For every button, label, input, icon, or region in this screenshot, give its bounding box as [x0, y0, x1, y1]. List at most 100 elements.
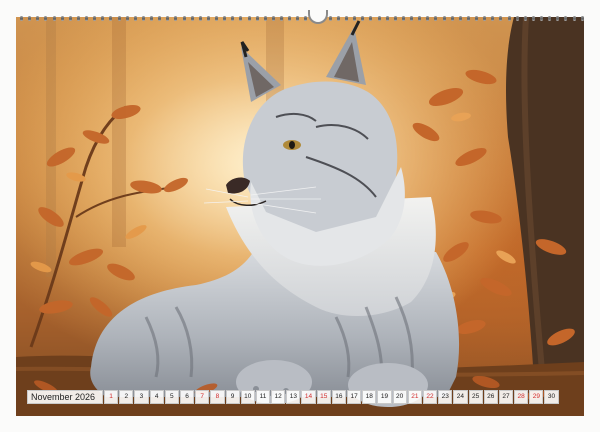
month-label: November 2026	[27, 390, 103, 404]
day-cell: 1	[104, 390, 119, 404]
binding-ring	[20, 15, 23, 21]
binding-ring	[450, 15, 454, 21]
binding-ring	[361, 15, 365, 21]
binding-ring	[580, 15, 584, 21]
binding-ring	[68, 15, 72, 21]
binding-ring	[141, 15, 145, 21]
binding-ring	[36, 15, 40, 21]
day-cell: 23	[438, 390, 453, 404]
day-cell: 25	[468, 390, 483, 404]
binding-ring	[393, 15, 397, 21]
binding-ring	[44, 15, 48, 21]
day-cell: 5	[164, 390, 179, 404]
binding-ring	[182, 15, 186, 21]
binding-ring	[564, 15, 568, 21]
binding-ring	[85, 15, 88, 21]
binding-ring	[93, 15, 97, 21]
binding-ring	[531, 15, 535, 21]
binding-ring	[442, 15, 446, 21]
calendar-strip: November 2026 1 2 3 4 5 6 7 8 9 10 11 12 13 14 15 16 17 1…	[27, 390, 573, 404]
binding-ring	[133, 15, 137, 21]
binding-ring	[52, 15, 56, 21]
day-cell: 4	[149, 390, 164, 404]
day-cell: 18	[362, 390, 377, 404]
binding-ring	[223, 15, 227, 21]
binding-ring	[109, 15, 113, 21]
day-cell: 17	[347, 390, 362, 404]
binding-ring	[377, 15, 381, 21]
binding-ring	[426, 15, 430, 21]
binding-ring	[247, 15, 251, 21]
day-cell: 19	[377, 390, 392, 404]
binding-ring	[523, 15, 527, 21]
binding-ring	[475, 15, 478, 21]
binding-ring	[158, 15, 162, 21]
binding-ring	[336, 15, 340, 21]
binding-ring	[345, 15, 348, 21]
day-cell: 28	[514, 390, 529, 404]
binding-ring	[239, 15, 243, 21]
binding-ring	[418, 15, 422, 21]
binding-ring	[206, 15, 210, 21]
binding-ring	[296, 15, 300, 21]
binding-ring	[515, 15, 519, 21]
day-cell: 20	[392, 390, 407, 404]
day-cell: 21	[407, 390, 422, 404]
binding-ring	[150, 15, 153, 21]
spiral-binding	[20, 10, 584, 24]
binding-ring	[556, 15, 560, 21]
binding-ring	[215, 15, 218, 21]
binding-ring	[28, 15, 32, 21]
binding-ring	[507, 15, 511, 21]
binding-ring	[572, 15, 576, 21]
binding-ring	[328, 15, 332, 21]
binding-ring	[304, 15, 308, 21]
day-cells: 1 2 3 4 5 6 7 8 9 10 11 12 13 14 15 16 17 18 19 20 21 22 23 24 2…	[104, 390, 559, 404]
binding-ring	[499, 15, 503, 21]
day-cell: 12	[271, 390, 286, 404]
day-cell: 24	[453, 390, 468, 404]
binding-ring	[101, 15, 105, 21]
day-cell: 30	[544, 390, 559, 404]
binding-ring	[255, 15, 259, 21]
day-cell: 6	[179, 390, 195, 404]
day-cell: 10	[240, 390, 255, 404]
binding-ring	[117, 15, 121, 21]
binding-ring	[166, 15, 170, 21]
binding-ring	[76, 15, 80, 21]
binding-ring	[353, 15, 357, 21]
binding-ring	[60, 15, 64, 21]
binding-ring	[410, 15, 413, 21]
binding-ring	[271, 15, 275, 21]
binding-ring	[231, 15, 235, 21]
binding-ring	[125, 15, 129, 21]
distant-tree	[46, 17, 56, 277]
day-cell: 9	[225, 390, 240, 404]
hanger-hook	[308, 10, 328, 24]
day-cell: 2	[119, 390, 134, 404]
distant-tree	[112, 17, 126, 247]
day-cell: 15	[316, 390, 331, 404]
day-cell: 13	[286, 390, 301, 404]
binding-ring	[491, 15, 495, 21]
day-cell: 29	[529, 390, 544, 404]
binding-ring	[548, 15, 552, 21]
day-cell: 11	[255, 390, 271, 404]
calendar-page: November 2026 1 2 3 4 5 6 7 8 9 10 11 12 13 14 15 16 17 1…	[0, 0, 600, 432]
binding-ring	[466, 15, 470, 21]
binding-ring	[540, 15, 543, 21]
binding-ring	[401, 15, 405, 21]
day-cell: 7	[195, 390, 210, 404]
day-cell: 3	[134, 390, 149, 404]
day-cell: 22	[422, 390, 438, 404]
day-cell: 26	[483, 390, 498, 404]
photo-illustration	[16, 17, 584, 416]
binding-ring	[434, 15, 438, 21]
binding-ring	[263, 15, 267, 21]
day-cell: 14	[301, 390, 316, 404]
binding-ring	[280, 15, 283, 21]
binding-ring	[190, 15, 194, 21]
binding-ring	[458, 15, 462, 21]
day-cell: 8	[210, 390, 225, 404]
binding-ring	[385, 15, 389, 21]
